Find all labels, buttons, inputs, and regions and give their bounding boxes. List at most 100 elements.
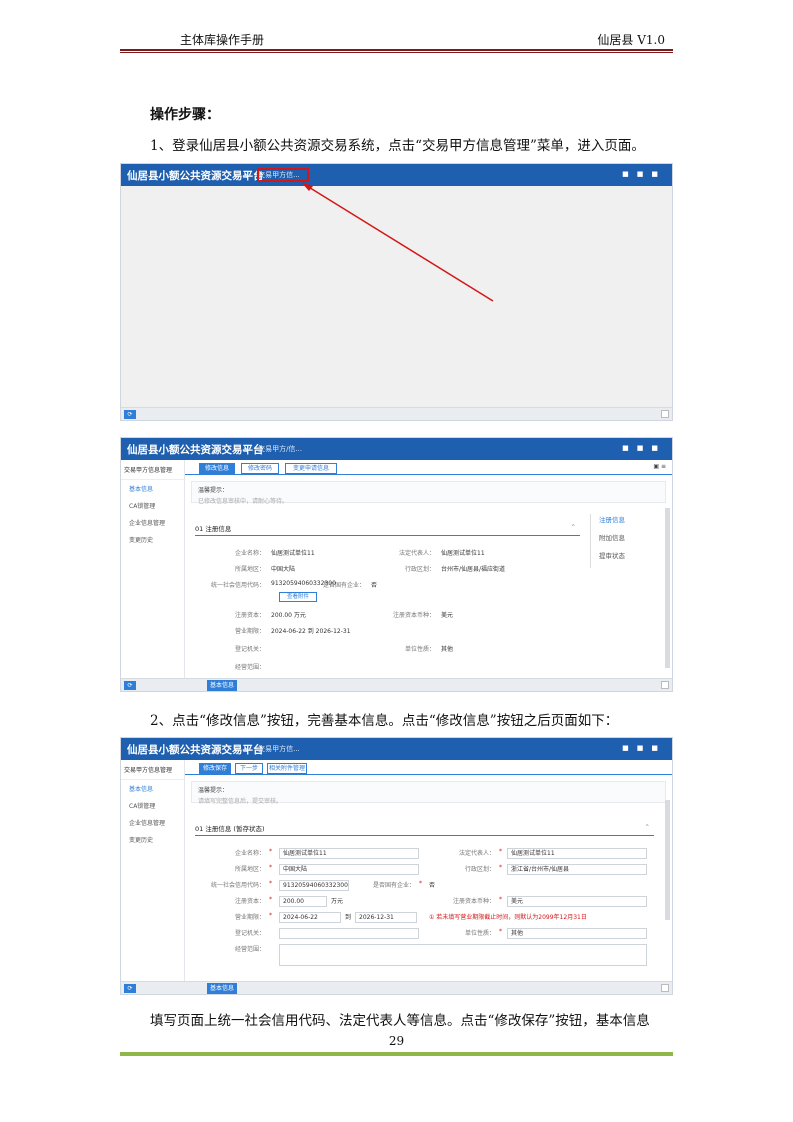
field-label: 营业期限：	[234, 628, 265, 635]
field-label: 经营范围：	[234, 946, 265, 953]
change-request-button[interactable]: 变更申请信息	[285, 463, 337, 474]
sidebar-title: 交易甲方信息管理	[121, 460, 184, 480]
step-1-text: 1、登录仙居县小额公共资源交易系统，点击“交易甲方信息管理”菜单，进入页面。	[150, 138, 645, 154]
tip-box: 温馨提示： 请填写完整信息后，提交审核。	[191, 781, 666, 805]
bottom-tab-basic-info[interactable]: 基本信息	[207, 680, 237, 691]
tip-text: 已修改信息审核中，请耐心等待。	[198, 498, 289, 505]
screenshot-login-home: 仙居县小额公共资源交易平台 ⌂ 交易甲方信... ■■■ ⟳	[120, 163, 673, 421]
field-label: 企业名称：	[234, 850, 265, 857]
change-password-button[interactable]: 修改密码	[241, 463, 279, 474]
field-label: 单位性质：	[464, 930, 495, 937]
company-name-input[interactable]: 仙居测试单位11	[279, 848, 419, 859]
field-value: 仙居测试单位11	[441, 550, 485, 557]
sidebar-item-enterprise[interactable]: 企业信息管理	[121, 514, 184, 531]
view-attachment-button[interactable]: 查看附件	[279, 592, 317, 602]
field-label: 行政区划：	[404, 566, 435, 573]
date-warning: ① 若未填写营业期限截止时间，则默认为2099年12月31日	[429, 914, 587, 921]
home-icon[interactable]: ⌂	[243, 445, 248, 454]
header-rule	[120, 49, 673, 51]
sidebar-item-enterprise[interactable]: 企业信息管理	[121, 814, 184, 831]
anchor-extra[interactable]: 附加信息	[599, 532, 666, 542]
sidebar-title: 交易甲方信息管理	[121, 760, 184, 780]
district-select[interactable]: 浙江省/台州市/仙居县	[507, 864, 647, 875]
sidebar-item-history[interactable]: 变更历史	[121, 831, 184, 848]
chevron-up-icon[interactable]: ⌃	[645, 823, 650, 831]
chevron-up-icon[interactable]: ⌃	[571, 523, 576, 531]
field-value: 台州市/仙居县/福应街道	[441, 566, 506, 573]
unit-type-select[interactable]: 其他	[507, 928, 647, 939]
app-topbar: 仙居县小额公共资源交易平台 ⌂ 交易甲方/信... ■■■	[121, 438, 672, 460]
topbar-icons[interactable]: ■■■	[622, 444, 666, 452]
anchor-status[interactable]: 提审状态	[599, 550, 666, 560]
field-label: 企业名称：	[234, 550, 265, 557]
sidebar: 交易甲方信息管理 基本信息 CA锁管理 企业信息管理 变更历史	[121, 460, 185, 678]
tip-text: 请填写完整信息后，提交审核。	[198, 798, 283, 805]
tip-box: 温馨提示： 已修改信息审核中，请耐心等待。	[191, 481, 666, 505]
section-title: 01 注册信息	[195, 525, 232, 533]
tip-title: 温馨提示：	[198, 487, 229, 494]
legal-rep-input[interactable]: 仙居测试单位11	[507, 848, 647, 859]
field-value: 200.00 万元	[271, 612, 306, 619]
capital-unit: 万元	[331, 898, 344, 905]
fullscreen-icon[interactable]	[661, 681, 669, 689]
bottom-tab-basic-info[interactable]: 基本信息	[207, 983, 237, 994]
scrollbar[interactable]	[665, 800, 670, 920]
field-label: 是否国有企业：	[322, 582, 365, 589]
sidebar-item-ca[interactable]: CA锁管理	[121, 497, 184, 514]
field-label: 营业期限：	[234, 914, 265, 921]
sidebar-item-history[interactable]: 变更历史	[121, 531, 184, 548]
header-version: 仙居县 V1.0	[597, 33, 665, 47]
scrollbar[interactable]	[665, 508, 670, 668]
sidebar-item-basic-info[interactable]: 基本信息	[121, 480, 184, 497]
credit-code-input[interactable]: 91320594060332300	[279, 880, 349, 891]
annotation-arrow	[301, 182, 494, 302]
section-header: 01 注册信息 ⌃	[195, 518, 580, 536]
fullscreen-icon[interactable]	[661, 984, 669, 992]
field-label: 统一社会信用代码：	[210, 582, 265, 589]
steps-heading: 操作步骤：	[150, 107, 220, 123]
state-owned-value[interactable]: 否	[429, 880, 435, 889]
refresh-icon[interactable]: ⟳	[124, 410, 136, 419]
nav-tab-party-info[interactable]: 交易甲方信...	[258, 744, 300, 754]
home-icon[interactable]: ⌂	[243, 745, 248, 754]
region-select[interactable]: 中国大陆	[279, 864, 419, 875]
action-bar: 修改保存 下一步 相关附件管理	[185, 760, 672, 775]
field-value: 否	[371, 582, 378, 589]
app-brand: 仙居县小额公共资源交易平台	[127, 743, 264, 756]
end-date-input[interactable]: 2026-12-31	[355, 912, 417, 923]
refresh-icon[interactable]: ⟳	[124, 984, 136, 993]
sidebar: 交易甲方信息管理 基本信息 CA锁管理 企业信息管理 变更历史	[121, 760, 185, 981]
currency-select[interactable]: 美元	[507, 896, 647, 907]
nav-tab-party-info[interactable]: 交易甲方/信...	[258, 444, 302, 454]
field-value: 2024-06-22 到 2026-12-31	[271, 628, 351, 635]
business-scope-textarea[interactable]	[279, 944, 647, 966]
field-label: 统一社会信用代码：	[210, 882, 265, 889]
tip-title: 温馨提示：	[198, 787, 229, 794]
field-label: 注册资本：	[234, 898, 265, 905]
save-button[interactable]: 修改保存	[199, 763, 231, 774]
reg-authority-input[interactable]	[279, 928, 419, 939]
attachment-manage-button[interactable]: 相关附件管理	[267, 763, 307, 774]
field-label: 注册资本：	[234, 612, 265, 619]
start-date-input[interactable]: 2024-06-22	[279, 912, 341, 923]
main-content: 修改信息 修改密码 变更申请信息 ▣ ≡ 温馨提示： 已修改信息审核中，请耐心等…	[185, 460, 672, 678]
field-value: 仙居测试单位11	[271, 550, 315, 557]
refresh-icon[interactable]: ⟳	[124, 681, 136, 690]
field-label: 是否国有企业：	[372, 882, 415, 889]
section-title: 01 注册信息 (暂存状态)	[195, 825, 265, 833]
screenshot-basic-info: 仙居县小额公共资源交易平台 ⌂ 交易甲方/信... ■■■ 交易甲方信息管理 基…	[120, 437, 673, 692]
field-value: 美元	[441, 612, 454, 619]
modify-info-button[interactable]: 修改信息	[199, 463, 235, 474]
capital-input[interactable]: 200.00	[279, 896, 327, 907]
field-label: 登记机关：	[234, 930, 265, 937]
anchor-register[interactable]: 注册信息	[599, 514, 666, 524]
next-step-button[interactable]: 下一步	[235, 763, 263, 774]
fullscreen-icon[interactable]	[661, 410, 669, 418]
app-brand: 仙居县小额公共资源交易平台	[127, 443, 264, 456]
field-label: 到	[345, 914, 352, 921]
sidebar-item-ca[interactable]: CA锁管理	[121, 797, 184, 814]
topbar-icons[interactable]: ■■■	[622, 744, 666, 752]
sidebar-item-basic-info[interactable]: 基本信息	[121, 780, 184, 797]
export-icon[interactable]: ▣ ≡	[653, 463, 666, 470]
step-2-text: 2、点击“修改信息”按钮，完善基本信息。点击“修改信息”按钮之后页面如下：	[150, 713, 619, 729]
